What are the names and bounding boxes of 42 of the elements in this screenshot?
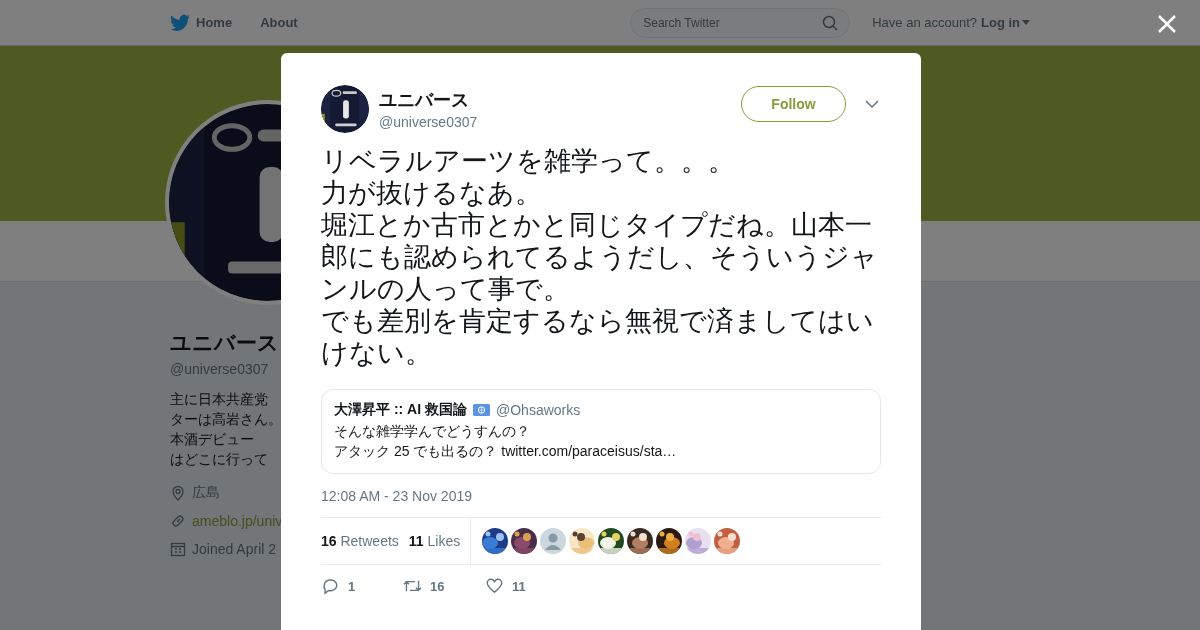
nav-link[interactable]: Home [170, 13, 233, 32]
quoted-tweet[interactable]: 大澤昇平 :: AI 救国論 @Ohsaworks そんな雑学学んでどうすんの？ アタック 25 でも出るの？ twitter.com/paraceisus/sta… [321, 389, 881, 474]
reply-icon[interactable] [321, 577, 340, 595]
nav-link[interactable]: About [260, 15, 298, 30]
stat-link[interactable]: 16 Retweets [321, 533, 399, 549]
tweet-text: リベラルアーツを雑学って。。。 [321, 145, 736, 177]
close-button[interactable] [1156, 13, 1178, 35]
action-count: 11 [512, 578, 526, 594]
profile-name: ユニバース [170, 330, 279, 356]
bio-line: 本酒デビュー [170, 430, 254, 449]
quoted-author-handle: @Ohsaworks [496, 402, 581, 418]
stat-link[interactable]: 11 Likes [408, 533, 461, 549]
bio-line: 主に日本共産党 [170, 390, 268, 409]
location-text: 広島 [192, 484, 220, 502]
author-name[interactable]: ユニバース [379, 88, 741, 112]
link-icon [170, 513, 186, 529]
action-count: 16 [430, 578, 445, 594]
follow-button[interactable]: Follow [741, 86, 846, 122]
joined-text: Joined April 2 [192, 541, 277, 557]
flag-icon [473, 404, 490, 416]
caret-icon [1022, 20, 1030, 25]
tweet-text: 力が抜けるなあ。 [321, 177, 543, 209]
action-count: 1 [348, 578, 356, 594]
pin-icon [170, 485, 186, 501]
login-button[interactable]: Log in [981, 15, 1030, 30]
tweet-timestamp: 12:08 AM - 23 Nov 2019 [321, 488, 473, 504]
tweet-text: でも差別を肯定するなら無視で済ましてはいけない。 [321, 305, 875, 369]
bird-icon [170, 13, 190, 32]
search-icon[interactable] [822, 14, 839, 31]
tweet-text: 堀江とか古市とかと同じタイプだね。山本一郎にも認められてるようだし、そういうジャンルの人って事で。 [321, 209, 879, 305]
chevron-icon[interactable] [865, 100, 879, 108]
heart-icon[interactable] [485, 577, 504, 595]
search-field[interactable]: Search Twitter [630, 7, 851, 38]
calendar-icon [170, 541, 186, 557]
bio-line: はどこに行って [170, 450, 268, 469]
account-prompt: Have an account? [872, 15, 977, 30]
profile-handle: @universe0307 [170, 361, 269, 377]
quoted-text-line: そんな雑学学んでどうすんの？ [334, 422, 531, 441]
quoted-author-name: 大澤昇平 :: AI 救国論 [334, 401, 467, 419]
quoted-text-line: アタック 25 でも出るの？ twitter.com/paraceisus/sta… [334, 442, 678, 461]
author-handle[interactable]: @universe0307 [379, 114, 741, 130]
bio-line: ターは高岩さん。 [170, 410, 282, 429]
